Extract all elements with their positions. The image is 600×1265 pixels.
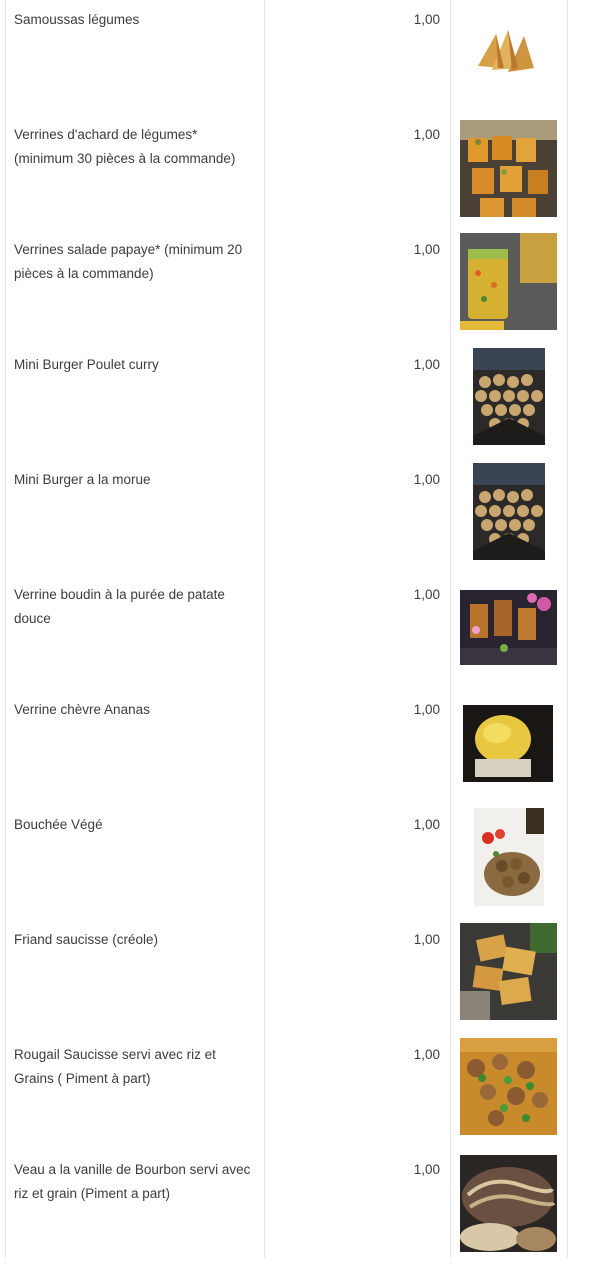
product-price: 1,00 [413,127,440,142]
product-name: Mini Burger Poulet curry [14,357,159,372]
product-name: Mini Burger a la morue [14,472,151,487]
product-price: 1,00 [413,12,440,27]
product-name: Friand saucisse (créole) [14,932,159,947]
product-table: Samoussas légumes 1,00 Verrines d'achard… [0,0,600,1258]
product-image[interactable] [474,28,536,76]
table-row: Bouchée Végé 1,00 [0,805,600,920]
product-image[interactable] [473,348,545,445]
product-price: 1,00 [413,242,440,257]
product-image[interactable] [460,233,557,330]
product-image[interactable] [473,463,545,560]
product-image[interactable] [474,808,544,906]
table-row: Verrine boudin à la purée de patate douc… [0,575,600,690]
product-price: 1,00 [413,587,440,602]
product-price: 1,00 [413,357,440,372]
product-image[interactable] [460,1038,557,1135]
product-image[interactable] [460,590,557,665]
product-name: Verrine boudin à la purée de patate douc… [14,587,225,626]
table-row: Mini Burger a la morue 1,00 [0,460,600,575]
product-price: 1,00 [413,472,440,487]
product-name: Verrines salade papaye* (minimum 20 pièc… [14,242,243,281]
table-row: Verrines salade papaye* (minimum 20 pièc… [0,230,600,345]
product-name: Verrines d'achard de légumes* (minimum 3… [14,127,236,166]
product-price: 1,00 [413,817,440,832]
product-name: Rougail Saucisse servi avec riz et Grain… [14,1047,216,1086]
product-price: 1,00 [413,1162,440,1177]
product-image[interactable] [463,705,553,782]
table-row: Samoussas légumes 1,00 [0,0,600,115]
table-row: Veau a la vanille de Bourbon servi avec … [0,1150,600,1265]
product-price: 1,00 [413,1047,440,1062]
product-name: Veau a la vanille de Bourbon servi avec … [14,1162,251,1201]
product-name: Bouchée Végé [14,817,103,832]
table-row: Verrines d'achard de légumes* (minimum 3… [0,115,600,230]
product-image[interactable] [460,1155,557,1252]
table-row: Rougail Saucisse servi avec riz et Grain… [0,1035,600,1150]
table-row: Verrine chèvre Ananas 1,00 [0,690,600,805]
product-image[interactable] [460,923,557,1020]
product-image[interactable] [460,120,557,217]
product-name: Verrine chèvre Ananas [14,702,150,717]
product-price: 1,00 [413,932,440,947]
product-name: Samoussas légumes [14,12,140,27]
table-row: Friand saucisse (créole) 1,00 [0,920,600,1035]
table-row: Mini Burger Poulet curry 1,00 [0,345,600,460]
product-price: 1,00 [413,702,440,717]
